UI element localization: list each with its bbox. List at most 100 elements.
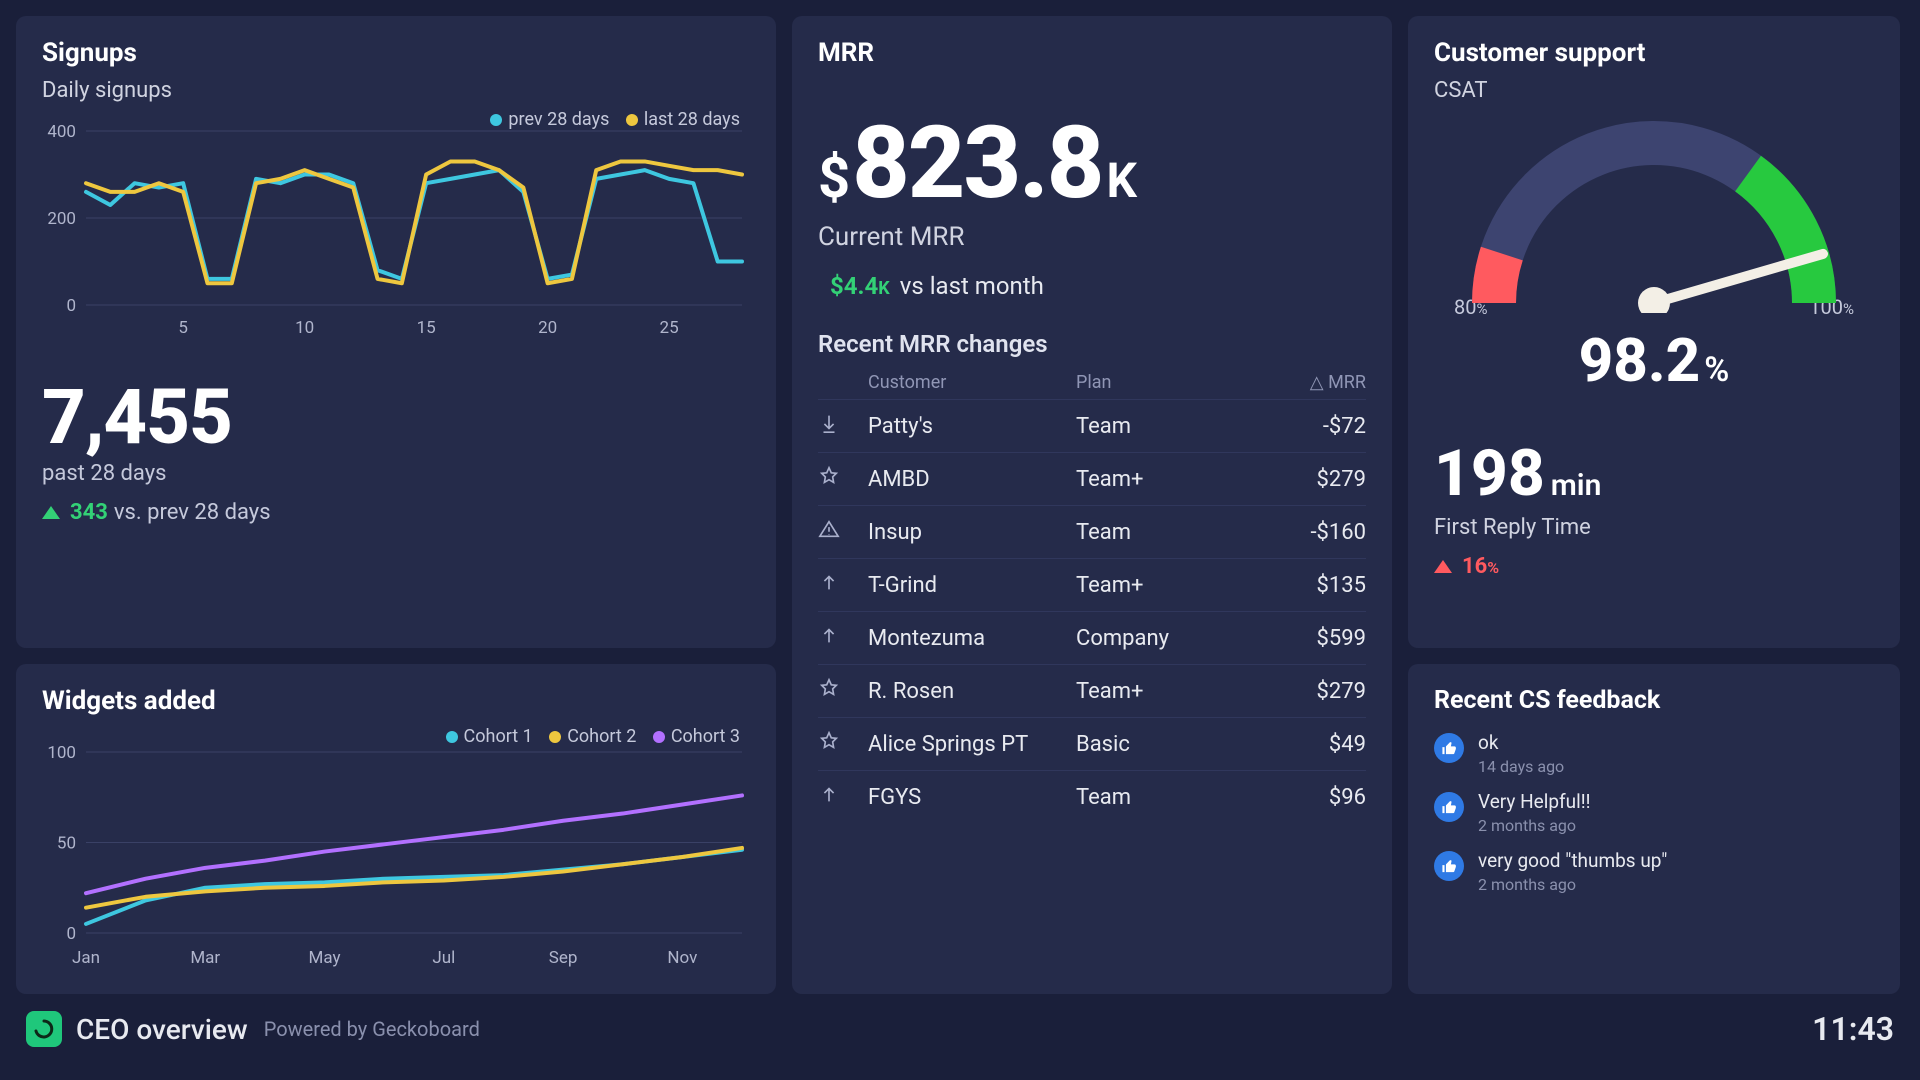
mrr-row: InsupTeam-$160 [818, 505, 1366, 558]
mrr-customer: Patty's [868, 414, 1076, 439]
signups-delta-caption: vs. prev 28 days [114, 500, 271, 525]
signups-card: Signups Daily signups prev 28 days last … [16, 16, 776, 648]
mrr-row: FGYSTeam$96 [818, 770, 1366, 823]
mrr-plan: Team+ [1076, 573, 1246, 598]
thumbs-up-icon [1434, 851, 1464, 881]
support-title: Customer support [1434, 38, 1874, 68]
svg-text:Mar: Mar [190, 948, 220, 968]
legend-c2-label: Cohort 2 [567, 726, 636, 747]
legend-cohort-2: Cohort 2 [549, 726, 636, 747]
signups-legend: prev 28 days last 28 days [478, 109, 740, 131]
svg-text:10: 10 [295, 318, 314, 338]
svg-text:Sep: Sep [549, 948, 578, 968]
feedback-item: very good "thumbs up" 2 months ago [1434, 849, 1874, 894]
arrow-up-icon [1434, 560, 1452, 573]
mrr-customer: R. Rosen [868, 679, 1076, 704]
mrr-row: Patty'sTeam-$72 [818, 399, 1366, 452]
mrr-delta-caption: vs last month [900, 272, 1044, 300]
csat-value: 98.2% [1434, 325, 1874, 396]
svg-text:Nov: Nov [667, 948, 697, 968]
mrr-table-header: Customer Plan △ MRR [818, 366, 1366, 399]
svg-text:15: 15 [417, 318, 436, 338]
feedback-item: ok14 days ago [1434, 731, 1874, 776]
signups-chart: prev 28 days last 28 days 02004005101520… [42, 109, 750, 343]
svg-text:50: 50 [57, 834, 76, 854]
geckoboard-logo-icon [26, 1011, 62, 1047]
mrr-customer: Insup [868, 520, 1076, 545]
widgets-card: Widgets added Cohort 1 Cohort 2 Cohort 3… [16, 664, 776, 994]
legend-prev-28: prev 28 days [490, 109, 609, 130]
mrr-plan: Company [1076, 626, 1246, 651]
mrr-delta: $96 [1246, 785, 1366, 810]
signups-line-chart: 0200400510152025 [42, 109, 752, 339]
star-icon [818, 677, 868, 705]
mrr-changes-table: Customer Plan △ MRR Patty'sTeam-$72AMBDT… [818, 366, 1366, 823]
mrr-delta: $279 [1246, 467, 1366, 492]
mrr-customer: AMBD [868, 467, 1076, 492]
frt-delta-value: 16% [1462, 554, 1499, 579]
feedback-text: Very Helpful!! [1478, 790, 1591, 813]
mrr-value: $ 823.8 K [818, 114, 1366, 214]
mrr-row: MontezumaCompany$599 [818, 611, 1366, 664]
mrr-plan: Team [1076, 414, 1246, 439]
thumbs-up-icon [1434, 792, 1464, 822]
customer-support-card: Customer support CSAT 80% 100% 98.2% 198… [1408, 16, 1900, 648]
mrr-delta: $4.4K vs last month [818, 272, 1366, 300]
svg-text:0: 0 [66, 924, 76, 944]
signups-total-caption: past 28 days [42, 461, 750, 486]
mrr-delta-value: $4.4K [830, 272, 890, 300]
mrr-customer: T-Grind [868, 573, 1076, 598]
mrr-delta: $49 [1246, 732, 1366, 757]
first-reply-time-delta: 16% [1434, 554, 1874, 579]
up-icon [818, 624, 868, 652]
widgets-line-chart: 050100JanMarMayJulSepNov [42, 726, 752, 971]
col-delta-mrr: △ MRR [1246, 372, 1366, 393]
mrr-row: AMBDTeam+$279 [818, 452, 1366, 505]
svg-text:Jul: Jul [432, 948, 455, 968]
legend-cohort-1: Cohort 1 [446, 726, 533, 747]
feedback-time: 2 months ago [1478, 816, 1591, 835]
first-reply-time-caption: First Reply Time [1434, 515, 1874, 540]
svg-text:200: 200 [47, 209, 76, 229]
thumbs-up-icon [1434, 733, 1464, 763]
signups-title: Signups [42, 38, 750, 68]
svg-text:20: 20 [538, 318, 557, 338]
svg-text:5: 5 [178, 318, 188, 338]
col-plan: Plan [1076, 372, 1246, 393]
mrr-delta: -$72 [1246, 414, 1366, 439]
csat-label: CSAT [1434, 78, 1874, 103]
mrr-row: T-GrindTeam+$135 [818, 558, 1366, 611]
down-icon [818, 412, 868, 440]
powered-by: Powered by Geckoboard [264, 1017, 480, 1041]
mrr-delta: $279 [1246, 679, 1366, 704]
legend-last-label: last 28 days [644, 109, 740, 130]
legend-c1-label: Cohort 1 [464, 726, 533, 747]
signups-subtitle: Daily signups [42, 78, 750, 103]
signups-delta: 343 vs. prev 28 days [42, 500, 750, 525]
star-icon [818, 730, 868, 758]
mrr-caption: Current MRR [818, 222, 1366, 252]
feedback-text: very good "thumbs up" [1478, 849, 1667, 872]
mrr-customer: Montezuma [868, 626, 1076, 651]
mrr-row: Alice Springs PTBasic$49 [818, 717, 1366, 770]
legend-c3-label: Cohort 3 [671, 726, 740, 747]
dashboard-title: CEO overview [76, 1013, 248, 1046]
mrr-plan: Team+ [1076, 679, 1246, 704]
legend-cohort-3: Cohort 3 [653, 726, 740, 747]
legend-last-28: last 28 days [626, 109, 740, 130]
first-reply-time-value: 198min [1434, 436, 1874, 511]
feedback-item: Very Helpful!! 2 months ago [1434, 790, 1874, 835]
feedback-time: 14 days ago [1478, 757, 1564, 776]
cs-feedback-card: Recent CS feedback ok14 days agoVery Hel… [1408, 664, 1900, 994]
col-customer: Customer [868, 372, 1076, 393]
signups-total: 7,455 [42, 379, 750, 455]
footer-bar: CEO overview Powered by Geckoboard 11:43 [16, 994, 1904, 1064]
mrr-plan: Team [1076, 520, 1246, 545]
mrr-customer: Alice Springs PT [868, 732, 1076, 757]
signups-delta-value: 343 [70, 500, 108, 525]
star-icon [818, 465, 868, 493]
svg-text:400: 400 [47, 122, 76, 142]
mrr-plan: Basic [1076, 732, 1246, 757]
feedback-time: 2 months ago [1478, 875, 1667, 894]
arrow-up-icon [42, 506, 60, 519]
